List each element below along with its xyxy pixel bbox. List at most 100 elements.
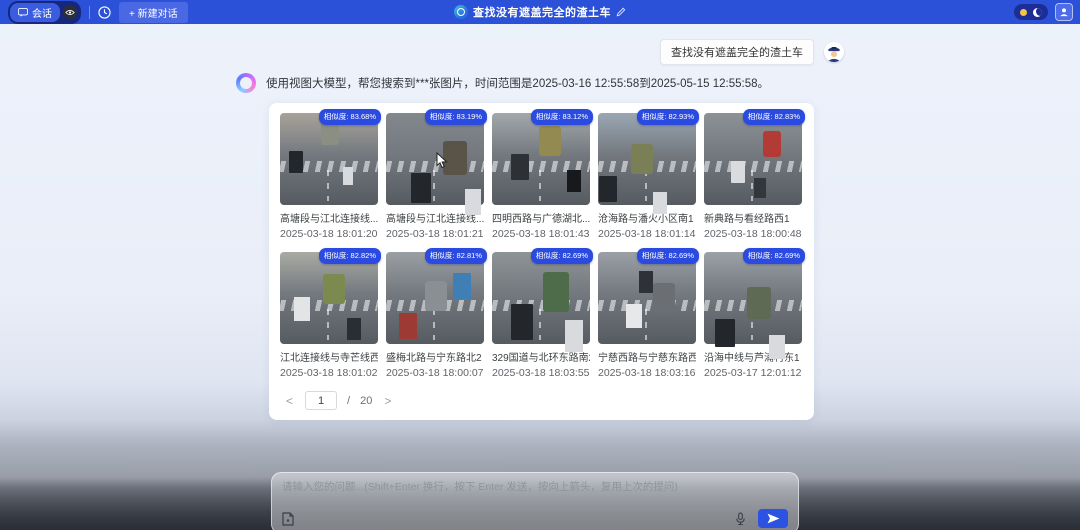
camera-location-label: 新典路与看经路西1 (704, 210, 802, 225)
vehicle-graphic (443, 141, 467, 175)
vehicle-graphic (323, 274, 345, 304)
police-user-avatar (824, 42, 844, 62)
question-input[interactable] (282, 479, 788, 509)
camera-location-label: 宁慈西路与宁慈东路西1 (598, 349, 696, 364)
similarity-badge: 相似度: 83.68% (319, 109, 381, 125)
pagination: < / 20 > (284, 391, 803, 410)
result-card[interactable]: 相似度: 82.69% 沿海中线与芦浦村东1 2025-03-17 12:01:… (704, 252, 802, 379)
ai-loading-spinner-icon (236, 73, 256, 93)
traffic-camera-image[interactable]: 相似度: 82.69% (704, 252, 802, 344)
lane-line-graphic (433, 170, 435, 201)
eye-icon[interactable] (63, 5, 77, 19)
capture-time-label: 2025-03-18 18:01:43 (492, 228, 590, 240)
similarity-badge: 相似度: 82.81% (425, 248, 487, 264)
results-panel: 相似度: 83.68% 高塘段与江北连接线... 2025-03-18 18:0… (269, 103, 814, 420)
similarity-badge: 相似度: 82.69% (531, 248, 593, 264)
vehicle-graphic (763, 131, 781, 157)
edit-title-icon[interactable] (616, 7, 626, 17)
topbar: 会话 + 新建对话 查找没有遮盖完全的渣土车 (0, 0, 1080, 24)
vehicle-graphic (543, 272, 569, 312)
page-number-input[interactable] (305, 391, 337, 410)
app-logo-icon (454, 5, 468, 19)
history-clock-icon[interactable] (98, 6, 111, 19)
lane-line-graphic (645, 309, 647, 340)
ai-message-row: 使用视图大模型，帮您搜索到***张图片，时间范围是2025-03-16 12:5… (236, 73, 844, 93)
capture-time-label: 2025-03-18 18:00:48 (704, 228, 802, 240)
moon-icon (1033, 8, 1042, 17)
camera-location-label: 沿海中线与芦浦村东1 (704, 349, 802, 364)
traffic-camera-image[interactable]: 相似度: 83.19% (386, 113, 484, 205)
camera-location-label: 四明西路与广德湖北... (492, 210, 590, 225)
similarity-badge: 相似度: 82.82% (319, 248, 381, 264)
traffic-camera-image[interactable]: 相似度: 82.83% (704, 113, 802, 205)
lane-line-graphic (539, 309, 541, 340)
result-card[interactable]: 相似度: 82.93% 沧海路与潘火小区南1 2025-03-18 18:01:… (598, 113, 696, 240)
sun-icon (1020, 9, 1027, 16)
result-card[interactable]: 相似度: 82.82% 江北连接线与寺芒线西1 2025-03-18 18:01… (280, 252, 378, 379)
vehicle-graphic (653, 283, 675, 313)
capture-time-label: 2025-03-18 18:01:14 (598, 228, 696, 240)
attach-file-icon[interactable] (282, 512, 294, 526)
similarity-badge: 相似度: 83.12% (531, 109, 593, 125)
conversation-title: 查找没有遮盖完全的渣土车 (473, 4, 611, 20)
lane-line-graphic (327, 170, 329, 201)
session-label: 会话 (32, 5, 52, 20)
capture-time-label: 2025-03-18 18:01:20 (280, 228, 378, 240)
camera-location-label: 高塘段与江北连接线... (386, 210, 484, 225)
lane-line-graphic (433, 309, 435, 340)
composer (271, 472, 799, 530)
lane-line-graphic (645, 170, 647, 201)
session-button[interactable]: 会话 (10, 3, 60, 22)
chat-bubble-icon (18, 8, 28, 17)
capture-time-label: 2025-03-18 18:00:07 (386, 367, 484, 379)
theme-toggle[interactable] (1014, 4, 1048, 20)
result-card[interactable]: 相似度: 83.68% 高塘段与江北连接线... 2025-03-18 18:0… (280, 113, 378, 240)
camera-location-label: 沧海路与潘火小区南1 (598, 210, 696, 225)
traffic-camera-image[interactable]: 相似度: 82.69% (598, 252, 696, 344)
result-card[interactable]: 相似度: 82.69% 宁慈西路与宁慈东路西1 2025-03-18 18:03… (598, 252, 696, 379)
lane-line-graphic (751, 170, 753, 201)
vehicle-graphic (539, 126, 561, 156)
user-message-row: 查找没有遮盖完全的渣土车 (236, 39, 844, 65)
new-chat-button[interactable]: + 新建对话 (119, 2, 188, 23)
capture-time-label: 2025-03-18 18:03:55 (492, 367, 590, 379)
traffic-camera-image[interactable]: 相似度: 82.69% (492, 252, 590, 344)
account-avatar[interactable] (1056, 4, 1072, 20)
vehicle-graphic (631, 144, 653, 174)
similarity-badge: 相似度: 83.19% (425, 109, 487, 125)
result-card[interactable]: 相似度: 83.19% 高塘段与江北连接线... 2025-03-18 18:0… (386, 113, 484, 240)
chat-column: 查找没有遮盖完全的渣土车 使用视图大模型，帮您搜索到***张图片，时间范围是20… (236, 39, 844, 530)
similarity-badge: 相似度: 82.69% (743, 248, 805, 264)
camera-location-label: 盛梅北路与宁东路北2 (386, 349, 484, 364)
result-card[interactable]: 相似度: 82.83% 新典路与看经路西1 2025-03-18 18:00:4… (704, 113, 802, 240)
capture-time-label: 2025-03-18 18:03:16 (598, 367, 696, 379)
next-page-button[interactable]: > (382, 394, 393, 408)
prev-page-button[interactable]: < (284, 394, 295, 408)
total-pages-label: 20 (360, 395, 372, 407)
traffic-camera-image[interactable]: 相似度: 82.81% (386, 252, 484, 344)
user-message-bubble: 查找没有遮盖完全的渣土车 (660, 39, 814, 65)
page-separator: / (347, 395, 350, 407)
similarity-badge: 相似度: 82.93% (637, 109, 699, 125)
result-card[interactable]: 相似度: 82.81% 盛梅北路与宁东路北2 2025-03-18 18:00:… (386, 252, 484, 379)
similarity-badge: 相似度: 82.83% (743, 109, 805, 125)
mic-icon[interactable] (735, 512, 746, 526)
capture-time-label: 2025-03-18 18:01:02 (280, 367, 378, 379)
result-card[interactable]: 相似度: 82.69% 329国道与北环东路南2 2025-03-18 18:0… (492, 252, 590, 379)
session-pill: 会话 (8, 1, 81, 24)
capture-time-label: 2025-03-17 12:01:12 (704, 367, 802, 379)
camera-location-label: 高塘段与江北连接线... (280, 210, 378, 225)
lane-line-graphic (539, 170, 541, 201)
similarity-badge: 相似度: 82.69% (637, 248, 699, 264)
traffic-camera-image[interactable]: 相似度: 82.93% (598, 113, 696, 205)
topbar-divider (89, 6, 90, 19)
camera-location-label: 329国道与北环东路南2 (492, 349, 590, 364)
traffic-camera-image[interactable]: 相似度: 82.82% (280, 252, 378, 344)
lane-line-graphic (327, 309, 329, 340)
capture-time-label: 2025-03-18 18:01:21 (386, 228, 484, 240)
camera-location-label: 江北连接线与寺芒线西1 (280, 349, 378, 364)
traffic-camera-image[interactable]: 相似度: 83.12% (492, 113, 590, 205)
result-card[interactable]: 相似度: 83.12% 四明西路与广德湖北... 2025-03-18 18:0… (492, 113, 590, 240)
traffic-camera-image[interactable]: 相似度: 83.68% (280, 113, 378, 205)
send-button[interactable] (758, 509, 788, 528)
